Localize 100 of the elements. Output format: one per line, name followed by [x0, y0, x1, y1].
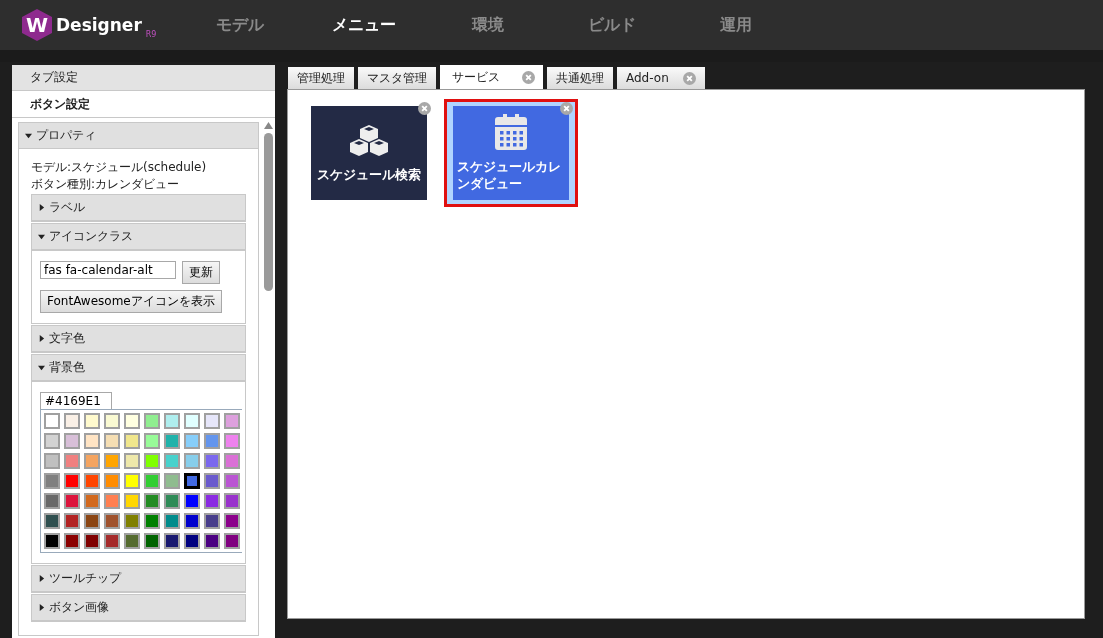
- color-swatch[interactable]: [184, 533, 200, 549]
- accordion-title[interactable]: 文字色: [49, 330, 85, 347]
- color-swatch[interactable]: [44, 533, 60, 549]
- color-swatch[interactable]: [204, 473, 220, 489]
- color-swatch[interactable]: [124, 473, 140, 489]
- tab[interactable]: マスタ管理: [358, 67, 436, 89]
- color-swatch[interactable]: [184, 413, 200, 429]
- menu-tile[interactable]: スケジュール検索: [311, 106, 427, 200]
- color-swatch[interactable]: [184, 513, 200, 529]
- accordion-title[interactable]: ボタン画像: [49, 599, 109, 616]
- nav-item[interactable]: 運用: [674, 14, 798, 36]
- color-swatch[interactable]: [184, 453, 200, 469]
- color-swatch[interactable]: [164, 533, 180, 549]
- color-swatch[interactable]: [124, 513, 140, 529]
- color-swatch[interactable]: [224, 453, 240, 469]
- color-swatch[interactable]: [104, 493, 120, 509]
- accordion-title[interactable]: ラベル: [49, 199, 85, 216]
- color-swatch[interactable]: [64, 493, 80, 509]
- color-swatch[interactable]: [144, 493, 160, 509]
- color-swatch[interactable]: [164, 433, 180, 449]
- color-swatch[interactable]: [224, 413, 240, 429]
- color-swatch[interactable]: [84, 473, 100, 489]
- button-type-text: ボタン種別:カレンダビュー: [31, 176, 181, 193]
- scrollbar-thumb[interactable]: [263, 133, 273, 291]
- color-swatch[interactable]: [124, 533, 140, 549]
- color-swatch[interactable]: [224, 533, 240, 549]
- color-swatch[interactable]: [224, 513, 240, 529]
- tab[interactable]: サービス: [440, 65, 543, 89]
- color-swatch[interactable]: [64, 533, 80, 549]
- color-swatch[interactable]: [64, 513, 80, 529]
- color-swatch[interactable]: [44, 513, 60, 529]
- nav-item[interactable]: モデル: [178, 14, 302, 36]
- color-swatch[interactable]: [224, 433, 240, 449]
- nav-item[interactable]: 環境: [426, 14, 550, 36]
- color-swatch[interactable]: [104, 413, 120, 429]
- tab[interactable]: Add-on: [617, 67, 705, 89]
- color-swatch[interactable]: [144, 453, 160, 469]
- accordion-title[interactable]: 背景色: [49, 359, 85, 376]
- color-swatch[interactable]: [144, 433, 160, 449]
- nav-item[interactable]: メニュー: [302, 14, 426, 36]
- color-swatch[interactable]: [84, 493, 100, 509]
- tab[interactable]: 共通処理: [547, 67, 613, 89]
- color-swatch[interactable]: [164, 493, 180, 509]
- color-swatch[interactable]: [104, 533, 120, 549]
- calendar-icon: [495, 114, 527, 150]
- color-swatch[interactable]: [144, 413, 160, 429]
- color-swatch[interactable]: [104, 453, 120, 469]
- color-swatch[interactable]: [84, 513, 100, 529]
- color-swatch[interactable]: [144, 473, 160, 489]
- color-swatch[interactable]: [84, 433, 100, 449]
- color-swatch[interactable]: [84, 453, 100, 469]
- color-swatch[interactable]: [124, 413, 140, 429]
- color-swatch[interactable]: [64, 453, 80, 469]
- color-swatch[interactable]: [204, 453, 220, 469]
- color-swatch[interactable]: [184, 493, 200, 509]
- color-swatch[interactable]: [184, 433, 200, 449]
- menu-tile[interactable]: スケジュールカレンダビュー: [453, 106, 569, 200]
- color-swatch[interactable]: [204, 533, 220, 549]
- color-swatch[interactable]: [84, 533, 100, 549]
- color-swatch[interactable]: [164, 413, 180, 429]
- color-swatch[interactable]: [124, 433, 140, 449]
- logo-mark: W: [22, 9, 52, 41]
- color-swatch[interactable]: [124, 453, 140, 469]
- show-icons-button[interactable]: FontAwesomeアイコンを表示: [40, 290, 222, 313]
- color-swatch[interactable]: [44, 493, 60, 509]
- color-swatch[interactable]: [204, 413, 220, 429]
- color-swatch[interactable]: [164, 513, 180, 529]
- color-swatch[interactable]: [184, 473, 200, 489]
- cubes-icon: [350, 123, 388, 158]
- color-swatch[interactable]: [144, 533, 160, 549]
- nav-item[interactable]: ビルド: [550, 14, 674, 36]
- color-swatch[interactable]: [84, 413, 100, 429]
- color-swatch[interactable]: [44, 413, 60, 429]
- color-swatch[interactable]: [164, 453, 180, 469]
- scroll-up-icon[interactable]: [263, 122, 273, 129]
- tab[interactable]: 管理処理: [288, 67, 354, 89]
- color-swatch[interactable]: [64, 473, 80, 489]
- color-swatch[interactable]: [44, 453, 60, 469]
- close-icon[interactable]: [418, 102, 431, 115]
- update-button[interactable]: 更新: [182, 261, 220, 284]
- color-swatch[interactable]: [224, 473, 240, 489]
- color-swatch[interactable]: [104, 513, 120, 529]
- color-swatch[interactable]: [64, 433, 80, 449]
- color-swatch[interactable]: [204, 433, 220, 449]
- sidebar-section[interactable]: タブ設定: [12, 65, 275, 91]
- color-swatch[interactable]: [224, 493, 240, 509]
- color-swatch[interactable]: [44, 473, 60, 489]
- color-swatch[interactable]: [144, 513, 160, 529]
- icon-class-field[interactable]: fas fa-calendar-alt: [40, 261, 176, 279]
- color-swatch[interactable]: [204, 493, 220, 509]
- color-swatch[interactable]: [164, 473, 180, 489]
- color-swatch[interactable]: [104, 473, 120, 489]
- color-swatch[interactable]: [204, 513, 220, 529]
- color-swatch[interactable]: [104, 433, 120, 449]
- color-swatch[interactable]: [44, 433, 60, 449]
- model-text: モデル:スケジュール(schedule): [31, 159, 208, 176]
- color-code-field[interactable]: #4169E1: [40, 392, 112, 409]
- color-swatch[interactable]: [124, 493, 140, 509]
- accordion-title[interactable]: プロパティ: [36, 127, 96, 144]
- color-swatch[interactable]: [64, 413, 80, 429]
